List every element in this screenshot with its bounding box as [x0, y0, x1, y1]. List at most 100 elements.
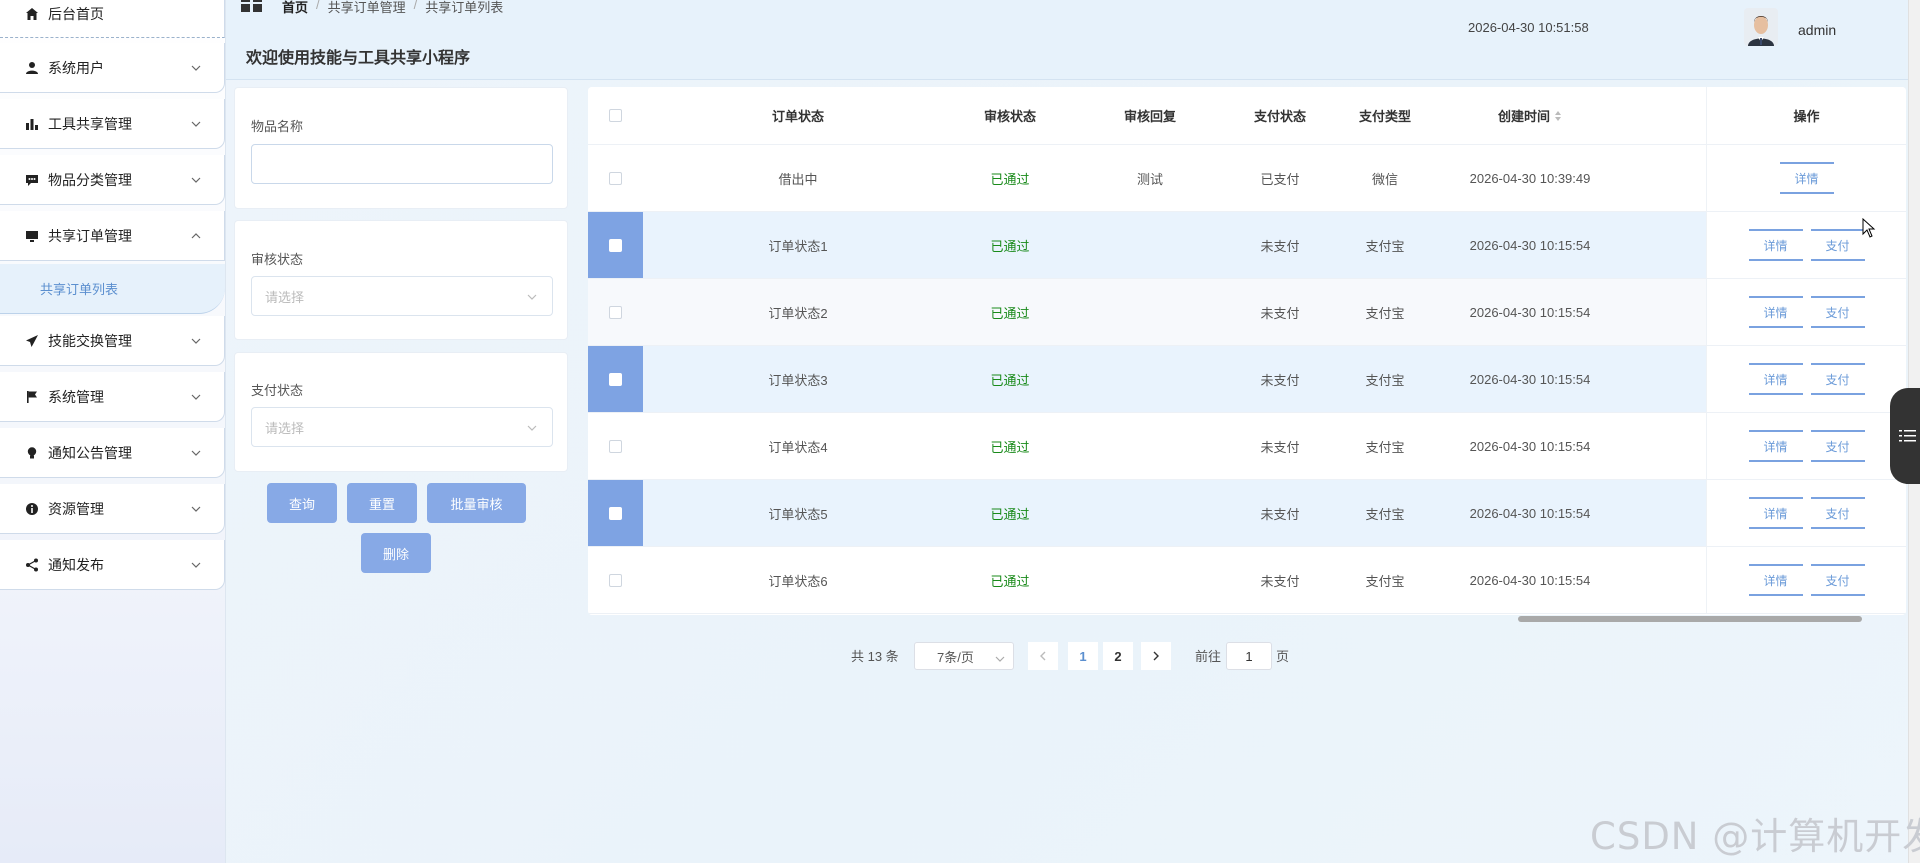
detail-button[interactable]: 详情	[1748, 497, 1803, 529]
row-select-cell	[588, 279, 643, 345]
flag-icon	[24, 389, 40, 405]
table-row: 订单状态3 已通过 未支付 支付宝 2026-04-30 10:15:54 详情…	[588, 346, 1906, 413]
order-status-cell: 订单状态3	[768, 372, 828, 388]
sort-icon[interactable]	[1554, 110, 1562, 122]
detail-button[interactable]: 详情	[1748, 564, 1803, 596]
item-name-label: 物品名称	[251, 119, 304, 134]
row-checkbox[interactable]	[609, 439, 622, 453]
pay-type-cell: 支付宝	[1365, 506, 1405, 522]
pay-status-cell: 未支付	[1260, 506, 1300, 522]
pay-button[interactable]: 支付	[1810, 229, 1865, 261]
row-select-cell	[588, 480, 643, 546]
prev-page-button[interactable]	[1028, 642, 1058, 670]
select-all-checkbox[interactable]	[609, 109, 622, 122]
search-button[interactable]: 查询	[267, 483, 337, 523]
sidebar-item-label: 技能交换管理	[48, 332, 132, 349]
sidebar-item-notice-management[interactable]: 通知公告管理	[0, 428, 225, 478]
row-checkbox[interactable]	[609, 573, 622, 587]
created-time-cell: 2026-04-30 10:15:54	[1469, 572, 1591, 588]
next-page-button[interactable]	[1141, 642, 1171, 670]
page-2-button[interactable]: 2	[1103, 642, 1133, 670]
sidebar-item-skill-exchange[interactable]: 技能交换管理	[0, 316, 225, 366]
share-icon	[24, 557, 40, 573]
detail-button[interactable]: 详情	[1748, 430, 1803, 462]
pay-status-cell: 未支付	[1260, 305, 1300, 321]
goto-page-input[interactable]	[1226, 642, 1272, 670]
sidebar-item-resource-management[interactable]: 资源管理	[0, 484, 225, 534]
sidebar-item-label: 系统管理	[48, 388, 104, 405]
row-select-cell	[588, 145, 643, 211]
sidebar-subitem-order-list[interactable]: 共享订单列表	[0, 264, 225, 314]
col-created-time[interactable]: 创建时间	[1430, 87, 1630, 144]
breadcrumb-current: 共享订单列表	[425, 0, 504, 15]
row-checkbox[interactable]	[609, 238, 622, 252]
table-row: 订单状态6 已通过 未支付 支付宝 2026-04-30 10:15:54 详情…	[588, 547, 1906, 614]
pay-status-label: 支付状态	[251, 383, 304, 398]
pay-type-cell: 支付宝	[1365, 439, 1405, 455]
row-checkbox[interactable]	[609, 372, 622, 386]
chevron-up-icon	[190, 230, 202, 242]
chevron-right-icon	[1153, 651, 1159, 661]
page-size-select[interactable]: 7条/页	[914, 642, 1014, 670]
review-status-cell: 已通过	[990, 573, 1030, 589]
sidebar-item-item-category[interactable]: 物品分类管理	[0, 155, 225, 205]
table-row: 订单状态5 已通过 未支付 支付宝 2026-04-30 10:15:54 详情…	[588, 480, 1906, 547]
table-horizontal-scrollbar[interactable]	[1518, 616, 1862, 622]
sidebar-item-notice-publish[interactable]: 通知发布	[0, 540, 225, 590]
floating-side-tab[interactable]	[1890, 388, 1920, 484]
sidebar-item-label: 系统用户	[48, 59, 104, 76]
pay-status-cell: 未支付	[1260, 372, 1300, 388]
item-name-input[interactable]	[251, 144, 553, 184]
row-checkbox[interactable]	[609, 171, 622, 185]
sidebar-item-shared-orders[interactable]: 共享订单管理	[0, 211, 225, 261]
page-1-button[interactable]: 1	[1068, 642, 1098, 670]
reset-button[interactable]: 重置	[347, 483, 417, 523]
pay-button[interactable]: 支付	[1810, 363, 1865, 395]
order-status-cell: 订单状态5	[768, 506, 828, 522]
top-header: 首页 / 共享订单管理 / 共享订单列表 欢迎使用技能与工具共享小程序 2026…	[226, 0, 1920, 80]
filter-item-name-card: 物品名称	[234, 87, 568, 209]
sidebar-item-label: 工具共享管理	[48, 115, 132, 132]
breadcrumb-section[interactable]: 共享订单管理	[328, 0, 406, 16]
actions-cell: 详情 支付	[1706, 547, 1906, 613]
review-status-select[interactable]: 请选择	[251, 276, 553, 316]
review-reply-cell	[1080, 279, 1220, 345]
order-status-cell: 订单状态6	[768, 573, 828, 589]
breadcrumb-separator: /	[413, 0, 418, 12]
detail-button[interactable]: 详情	[1779, 162, 1834, 194]
row-checkbox[interactable]	[609, 506, 622, 520]
sidebar-item-home[interactable]: 后台首页	[0, 0, 225, 38]
batch-review-button[interactable]: 批量审核	[427, 483, 526, 523]
actions-cell: 详情 支付	[1706, 212, 1906, 278]
pay-button[interactable]: 支付	[1810, 296, 1865, 328]
detail-button[interactable]: 详情	[1748, 363, 1803, 395]
sidebar-item-system-management[interactable]: 系统管理	[0, 372, 225, 422]
sidebar-item-system-users[interactable]: 系统用户	[0, 43, 225, 93]
username[interactable]: admin	[1798, 22, 1836, 38]
created-time-cell: 2026-04-30 10:15:54	[1469, 371, 1591, 387]
pay-button[interactable]: 支付	[1810, 564, 1865, 596]
pay-status-select[interactable]: 请选择	[251, 407, 553, 447]
detail-button[interactable]: 详情	[1748, 296, 1803, 328]
breadcrumb: 首页 / 共享订单管理 / 共享订单列表	[282, 0, 503, 16]
delete-button[interactable]: 删除	[361, 533, 431, 573]
pay-button[interactable]: 支付	[1810, 430, 1865, 462]
breadcrumb-home[interactable]: 首页	[282, 0, 308, 16]
col-order-status: 订单状态	[771, 109, 824, 124]
review-reply-cell	[1080, 547, 1220, 613]
menu-grid-icon[interactable]	[240, 0, 264, 14]
user-avatar[interactable]	[1744, 8, 1778, 46]
review-status-cell: 已通过	[990, 506, 1030, 522]
pay-button[interactable]: 支付	[1810, 497, 1865, 529]
col-created-time-label: 创建时间	[1497, 109, 1550, 124]
review-reply-cell	[1080, 212, 1220, 278]
page-suffix: 页	[1276, 648, 1290, 664]
pay-status-placeholder: 请选择	[265, 420, 305, 436]
detail-button[interactable]: 详情	[1748, 229, 1803, 261]
chevron-down-icon	[526, 291, 538, 303]
row-select-cell	[588, 547, 643, 613]
review-status-cell: 已通过	[990, 372, 1030, 388]
monitor-icon	[24, 228, 40, 244]
row-checkbox[interactable]	[609, 305, 622, 319]
sidebar-item-tool-sharing[interactable]: 工具共享管理	[0, 99, 225, 149]
